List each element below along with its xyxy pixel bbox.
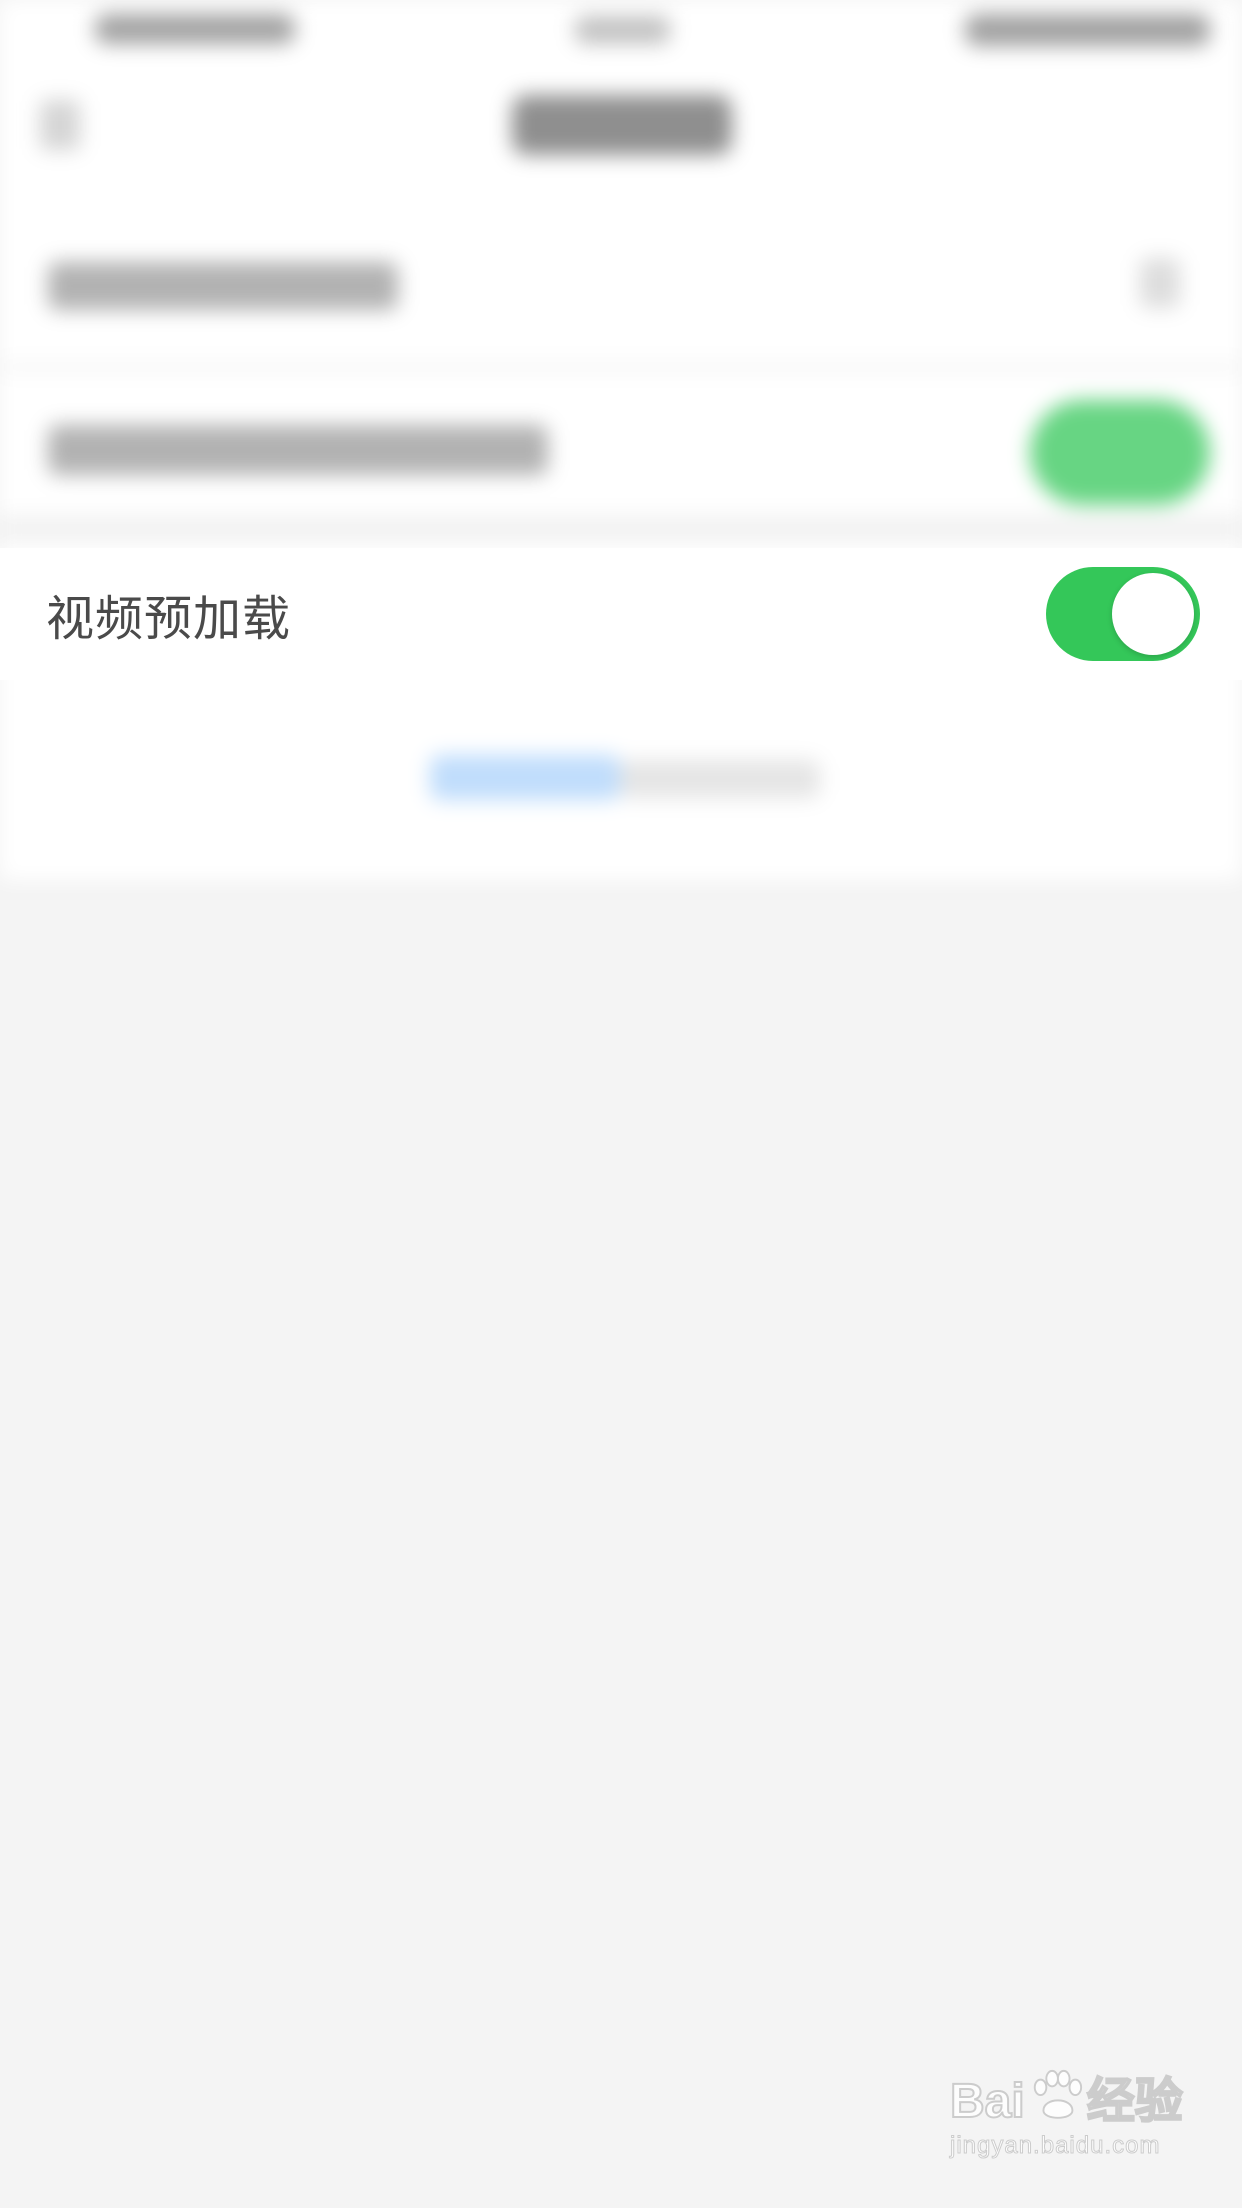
paw-icon xyxy=(1033,2069,1082,2119)
video-preload-toggle[interactable] xyxy=(1046,567,1200,661)
blurred-background-screen xyxy=(0,0,1242,880)
blurred-back-icon xyxy=(40,100,80,150)
watermark: Bai 经验 jingyan.baidu.com xyxy=(949,2068,1190,2188)
blurred-link-text xyxy=(620,760,820,798)
blurred-chevron-right-icon xyxy=(1140,258,1180,308)
toggle-knob xyxy=(1112,573,1194,655)
blurred-status-bar-time xyxy=(575,16,670,44)
blurred-section-gap xyxy=(0,515,1242,543)
setting-row-video-preload[interactable]: 视频预加载 xyxy=(0,548,1242,680)
watermark-logo: Bai 经验 xyxy=(949,2068,1190,2128)
blurred-setting-row-2 xyxy=(48,425,548,475)
watermark-brand-prefix: Bai xyxy=(949,2075,1026,2128)
blurred-status-bar-left xyxy=(95,14,295,44)
blurred-toggle xyxy=(1030,400,1210,505)
blurred-status-bar-right xyxy=(965,14,1210,46)
blurred-page-title xyxy=(512,95,732,155)
blurred-divider xyxy=(0,365,1242,369)
watermark-url: jingyan.baidu.com xyxy=(950,2132,1161,2160)
setting-label: 视频预加载 xyxy=(46,591,292,647)
watermark-brand-suffix: 经验 xyxy=(1086,2075,1184,2128)
blurred-link xyxy=(430,755,620,800)
blurred-setting-row-1 xyxy=(48,262,398,310)
